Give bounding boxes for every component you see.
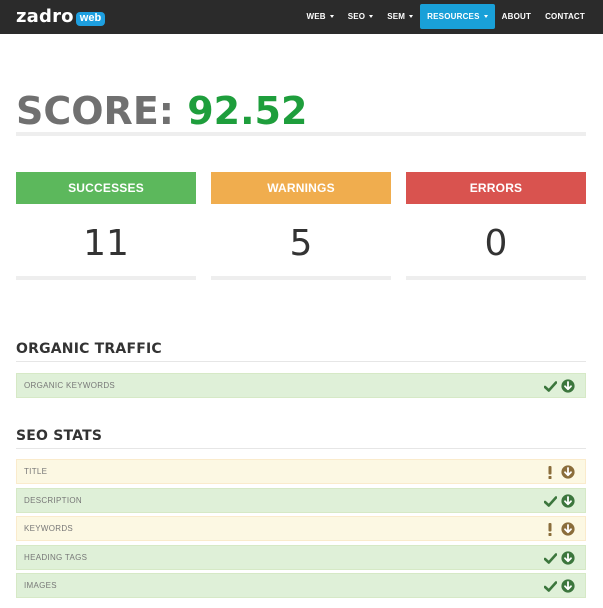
row-icons <box>543 465 575 479</box>
score-label: SCORE: <box>16 89 174 133</box>
nav-item-about[interactable]: ABOUT <box>495 4 538 29</box>
caret-down-icon <box>483 15 488 18</box>
warnings-header: WARNINGS <box>211 172 391 204</box>
section-rule <box>16 361 586 362</box>
expand-down-icon[interactable] <box>561 465 575 479</box>
row-description[interactable]: DESCRIPTION <box>16 488 586 513</box>
row-icons <box>543 494 575 508</box>
row-heading-tags[interactable]: HEADING TAGS <box>16 545 586 570</box>
caret-down-icon <box>369 15 374 18</box>
nav-item-label: CONTACT <box>545 12 585 21</box>
successes-count: 11 <box>83 223 129 264</box>
section-rule <box>16 448 586 449</box>
check-icon <box>543 579 557 593</box>
caret-down-icon <box>329 15 334 18</box>
expand-down-icon[interactable] <box>561 494 575 508</box>
nav-item-contact[interactable]: CONTACT <box>538 4 592 29</box>
nav-item-label: RESOURCES <box>427 12 480 21</box>
navbar: zadro web WEB SEO SEM RESOURCES ABOUT CO… <box>0 0 603 34</box>
nav-menu: WEB SEO SEM RESOURCES ABOUT CONTACT <box>299 4 592 29</box>
expand-down-icon[interactable] <box>561 579 575 593</box>
logo-badge: web <box>75 12 106 26</box>
expand-down-icon[interactable] <box>561 551 575 565</box>
nav-item-seo[interactable]: SEO <box>341 4 381 29</box>
expand-down-icon[interactable] <box>561 379 575 393</box>
exclamation-icon <box>543 465 557 479</box>
successes-header: SUCCESSES <box>16 172 196 204</box>
errors-header: ERRORS <box>406 172 586 204</box>
logo[interactable]: zadro web <box>16 6 106 28</box>
check-icon <box>543 551 557 565</box>
nav-item-label: WEB <box>306 12 326 21</box>
score-value: 92.52 <box>187 89 308 133</box>
nav-item-resources[interactable]: RESOURCES <box>420 4 495 29</box>
exclamation-icon <box>543 522 557 536</box>
row-icons <box>543 522 575 536</box>
section-title-organic-traffic: ORGANIC TRAFFIC <box>16 341 162 357</box>
errors-divider <box>406 276 586 280</box>
row-label: ORGANIC KEYWORDS <box>24 381 116 390</box>
row-images[interactable]: IMAGES <box>16 573 586 598</box>
row-label: HEADING TAGS <box>24 553 88 562</box>
row-icons <box>543 379 575 393</box>
nav-item-web[interactable]: WEB <box>299 4 340 29</box>
row-organic-keywords[interactable]: ORGANIC KEYWORDS <box>16 373 586 398</box>
errors-count: 0 <box>484 223 508 264</box>
score-heading: SCORE: 92.52 <box>16 89 307 133</box>
score-divider <box>16 132 586 136</box>
caret-down-icon <box>409 15 414 18</box>
logo-text: zadro <box>16 6 74 27</box>
row-label: IMAGES <box>24 581 57 590</box>
warnings-divider <box>211 276 391 280</box>
section-title-seo-stats: SEO STATS <box>16 428 103 444</box>
row-keywords[interactable]: KEYWORDS <box>16 516 586 541</box>
nav-item-sem[interactable]: SEM <box>380 4 420 29</box>
nav-item-label: SEO <box>347 12 366 21</box>
nav-item-label: SEM <box>387 12 406 21</box>
row-icons <box>543 579 575 593</box>
row-icons <box>543 551 575 565</box>
row-label: KEYWORDS <box>24 524 74 533</box>
successes-divider <box>16 276 196 280</box>
row-label: DESCRIPTION <box>24 496 82 505</box>
check-icon <box>543 494 557 508</box>
check-icon <box>543 379 557 393</box>
row-label: TITLE <box>24 467 48 476</box>
row-title[interactable]: TITLE <box>16 459 586 484</box>
nav-item-label: ABOUT <box>501 12 532 21</box>
expand-down-icon[interactable] <box>561 522 575 536</box>
warnings-count: 5 <box>289 223 313 264</box>
